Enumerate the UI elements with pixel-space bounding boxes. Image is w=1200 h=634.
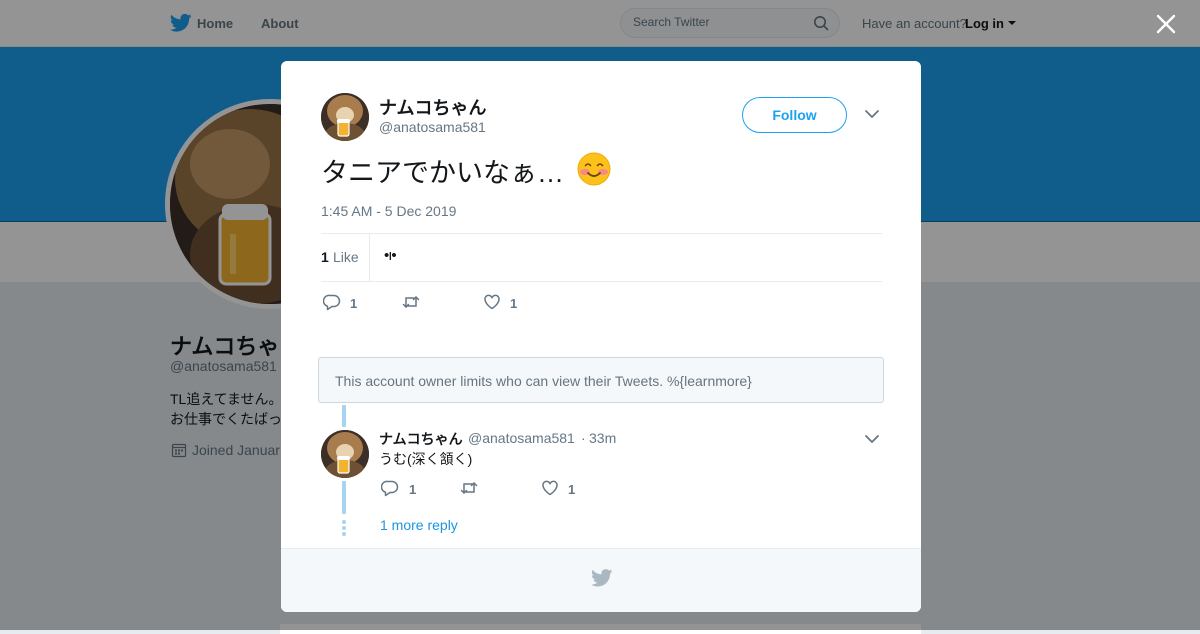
chevron-down-icon[interactable] bbox=[864, 433, 880, 445]
reply-icon[interactable] bbox=[323, 293, 341, 311]
more-replies-link[interactable]: 1 more reply bbox=[380, 517, 458, 533]
likes-count[interactable]: 1 bbox=[321, 249, 329, 265]
thread-line bbox=[342, 481, 346, 514]
author-name[interactable]: ナムコちゃん bbox=[379, 94, 486, 120]
reply-count: 1 bbox=[350, 296, 358, 311]
avatar-image bbox=[321, 93, 369, 141]
author-avatar[interactable] bbox=[321, 93, 369, 141]
follow-button[interactable]: Follow bbox=[742, 97, 847, 133]
like-count: 1 bbox=[568, 482, 576, 497]
liker-avatars[interactable]: •ı• bbox=[384, 247, 397, 264]
reply-separator: · bbox=[581, 430, 586, 446]
retweet-icon[interactable] bbox=[402, 293, 420, 311]
tweet-stats: 1 Like •ı• bbox=[321, 233, 882, 282]
thread-line bbox=[342, 405, 346, 427]
modal-footer bbox=[281, 548, 921, 612]
tweet-text: タニアでかいなぁ… bbox=[321, 158, 564, 188]
reply-author-handle[interactable]: @anatosama581 bbox=[468, 430, 575, 446]
reply-text: うむ(深く頷く) bbox=[379, 451, 473, 467]
smiling-face-emoji-icon bbox=[577, 152, 611, 186]
heart-icon[interactable] bbox=[541, 479, 559, 497]
stats-divider bbox=[369, 234, 370, 281]
likes-label[interactable]: Like bbox=[333, 249, 359, 265]
chevron-down-icon[interactable] bbox=[864, 108, 880, 120]
tweet-modal: ナムコちゃん @anatosama581 Follow タニアでかいなぁ… 1:… bbox=[281, 61, 921, 612]
notice-text: This account owner limits who can view t… bbox=[335, 373, 752, 389]
twitter-bird-icon bbox=[591, 569, 613, 587]
heart-icon[interactable] bbox=[483, 293, 501, 311]
reply-author-name[interactable]: ナムコちゃん bbox=[379, 429, 463, 449]
close-icon[interactable] bbox=[1156, 14, 1176, 34]
more-replies-dots bbox=[342, 520, 346, 538]
author-handle[interactable]: @anatosama581 bbox=[379, 119, 486, 135]
reply-timestamp[interactable]: 33m bbox=[589, 430, 616, 446]
tweet-timestamp[interactable]: 1:45 AM - 5 Dec 2019 bbox=[321, 203, 456, 219]
retweet-icon[interactable] bbox=[460, 479, 478, 497]
like-count: 1 bbox=[510, 296, 518, 311]
reply-count: 1 bbox=[409, 482, 417, 497]
avatar-image bbox=[321, 430, 369, 478]
reply-icon[interactable] bbox=[381, 479, 399, 497]
reply-author-avatar[interactable] bbox=[321, 430, 369, 478]
protected-account-notice: This account owner limits who can view t… bbox=[318, 357, 884, 403]
